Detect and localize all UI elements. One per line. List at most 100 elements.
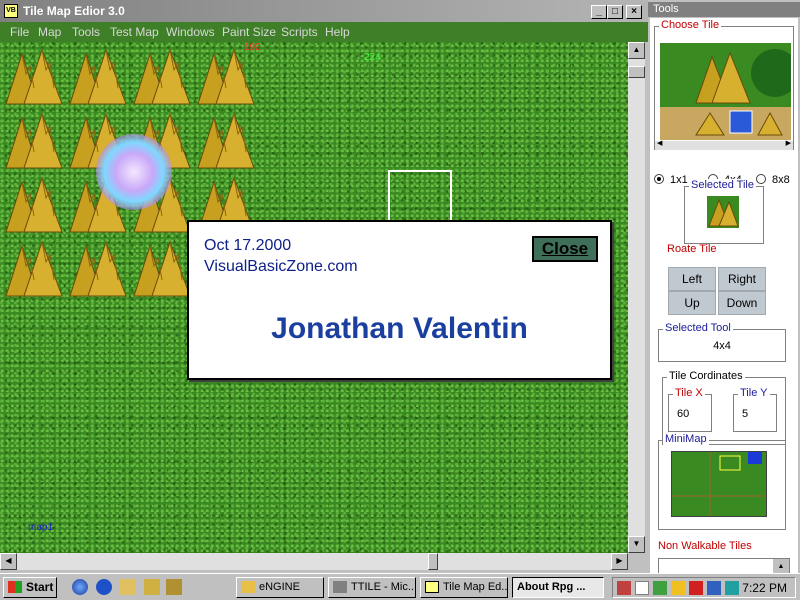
task-engine-button[interactable]: eNGINE (236, 577, 324, 598)
vertical-scrollbar[interactable]: ▲ ▼ (628, 42, 645, 553)
tile-palette-scrollbar[interactable]: ◀ ▶ (655, 139, 793, 150)
selected-tile-label: Selected Tile (689, 179, 756, 191)
scroll-up-button[interactable]: ▲ (628, 42, 645, 59)
minimap-view[interactable] (671, 451, 767, 517)
selected-tool-label: Selected Tool (663, 322, 733, 334)
minimap-graphic (672, 452, 766, 516)
tile-palette[interactable] (660, 43, 791, 140)
vertical-scroll-thumb[interactable] (628, 66, 645, 78)
mountain-tile (5, 112, 63, 169)
task-about-label: About Rpg ... (517, 581, 586, 593)
selected-tile-preview (707, 196, 739, 228)
non-walkable-label: Non Walkable Tiles (658, 540, 752, 552)
map-name-label: map1 (28, 522, 54, 533)
about-close-label: Close (541, 239, 589, 258)
task-about-button[interactable]: About Rpg ... (512, 577, 604, 598)
minimize-button[interactable]: _ (591, 5, 607, 19)
menu-tools[interactable]: Tools (72, 25, 100, 39)
tile-x-value: 60 (677, 408, 690, 420)
rotate-down-button[interactable]: Down (718, 291, 766, 315)
palette-scroll-right-icon[interactable]: ▶ (786, 139, 791, 147)
scroll-right-button[interactable]: ▶ (611, 553, 628, 570)
tools-title: Tools (648, 2, 800, 17)
tray-display-icon[interactable] (725, 581, 739, 595)
horizontal-scrollbar[interactable]: ◀ ▶ (0, 553, 628, 570)
tile-coordinates-label: Tile Cordinates (667, 370, 745, 382)
tray-network-icon[interactable] (653, 581, 667, 595)
tray-app-icon[interactable] (617, 581, 631, 595)
tray-update-icon[interactable] (707, 581, 721, 595)
tile-y-value: 5 (742, 408, 749, 420)
title-bar[interactable]: VB Tile Map Edior 3.0 _ □ × (0, 0, 648, 22)
size-1x1-radio[interactable]: 1x1 (654, 174, 688, 186)
radio-dot (756, 174, 766, 184)
maximize-button[interactable]: □ (607, 5, 623, 19)
cursor-coord-red: 192 (244, 42, 261, 53)
menu-windows[interactable]: Windows (166, 25, 215, 39)
mountain-tile (197, 48, 255, 105)
tile-x-label: Tile X (673, 387, 705, 399)
radio-dot (654, 174, 664, 184)
folder-icon (241, 581, 255, 593)
minimap-viewport-rect (719, 455, 741, 471)
horizontal-scroll-thumb[interactable] (428, 553, 438, 570)
tile-palette-graphic (660, 49, 791, 140)
tray-antivirus-icon[interactable] (689, 581, 703, 595)
palette-scroll-left-icon[interactable]: ◀ (657, 139, 662, 147)
mountain-tile (69, 240, 127, 297)
outlook-express-icon[interactable] (96, 579, 112, 595)
vb-form-icon (425, 581, 439, 593)
size-8x8-radio[interactable]: 8x8 (756, 174, 790, 186)
close-window-button[interactable]: × (626, 5, 642, 19)
quicklaunch-tools-icon[interactable] (166, 579, 182, 595)
tray-volume-icon[interactable] (635, 581, 649, 595)
minimap-frame: MiniMap (658, 433, 786, 530)
tile-y-label: Tile Y (738, 387, 770, 399)
about-close-button[interactable]: Close (532, 236, 598, 262)
tile-y-box: Tile Y 5 (733, 387, 777, 432)
palette-tree (751, 49, 791, 97)
size-8x8-label: 8x8 (772, 174, 790, 186)
system-tray: 7:22 PM (612, 577, 796, 598)
rotate-right-button[interactable]: Right (718, 267, 766, 291)
quicklaunch-app-icon[interactable] (144, 579, 160, 595)
start-label: Start (26, 580, 54, 594)
rotate-left-button[interactable]: Left (668, 267, 716, 291)
mountain-tile (69, 48, 127, 105)
menu-test-map[interactable]: Test Map (110, 25, 159, 39)
menu-help[interactable]: Help (325, 25, 350, 39)
task-ttile-button[interactable]: TTILE - Mic... (328, 577, 416, 598)
selected-tool-value: 4x4 (713, 340, 731, 352)
mountain-tile (5, 48, 63, 105)
selected-tool-frame: Selected Tool 4x4 (658, 322, 786, 362)
selected-tile-frame: Selected Tile (684, 179, 764, 244)
task-engine-label: eNGINE (259, 581, 300, 593)
mountain-tile (197, 112, 255, 169)
about-website: VisualBasicZone.com (204, 258, 358, 275)
about-author: Jonathan Valentin (271, 312, 528, 345)
magic-orb-sprite (96, 134, 172, 210)
choose-tile-frame: Choose Tile ◀ ▶ (654, 19, 794, 150)
mountain-tile (5, 176, 63, 233)
menu-file[interactable]: File (10, 25, 29, 39)
clock: 7:22 PM (742, 581, 787, 595)
tray-messenger-icon[interactable] (671, 581, 685, 595)
task-tilemap-button[interactable]: Tile Map Ed... (420, 577, 508, 598)
palette-water-tile (729, 110, 753, 134)
palette-mountain (695, 51, 751, 104)
about-date: Oct 17.2000 (204, 237, 292, 254)
vb-project-icon (333, 581, 347, 593)
menu-scripts[interactable]: Scripts (281, 25, 318, 39)
internet-explorer-icon[interactable] (72, 579, 88, 595)
menu-map[interactable]: Map (38, 25, 61, 39)
minimap-water (748, 452, 762, 464)
rotate-up-button[interactable]: Up (668, 291, 716, 315)
show-desktop-icon[interactable] (120, 579, 136, 595)
start-button[interactable]: Start (3, 577, 57, 598)
scroll-left-button[interactable]: ◀ (0, 553, 17, 570)
menu-paint-size[interactable]: Paint Size (222, 25, 276, 39)
scroll-down-button[interactable]: ▼ (628, 536, 645, 553)
window-title: Tile Map Edior 3.0 (23, 4, 125, 18)
tile-x-box: Tile X 60 (668, 387, 712, 432)
cursor-coord-green: 224 (364, 52, 381, 63)
